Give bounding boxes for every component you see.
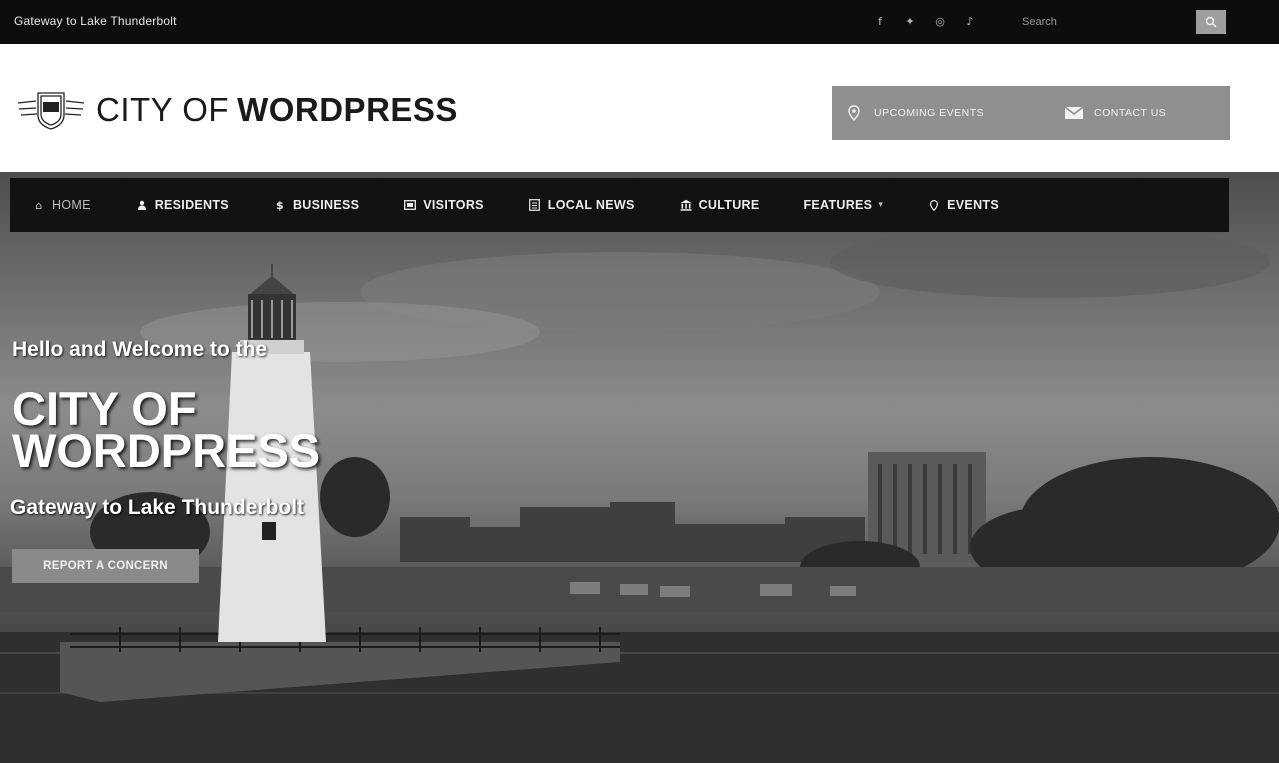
nav-item-label: VISITORS bbox=[423, 198, 484, 212]
dollar-icon: $ bbox=[275, 198, 284, 212]
foursquare-icon[interactable]: ♪ bbox=[962, 13, 978, 29]
facebook-icon[interactable]: f bbox=[872, 13, 888, 29]
nav-item-local-news[interactable]: LOCAL NEWS bbox=[528, 198, 635, 212]
newspaper-icon bbox=[528, 199, 542, 211]
city-logo-icon[interactable] bbox=[16, 87, 86, 131]
top-bar: Gateway to Lake Thunderbolt f ✦ ◎ ♪ bbox=[0, 0, 1279, 44]
nav-item-events[interactable]: EVENTS bbox=[927, 198, 999, 212]
caret-down-icon: ▾ bbox=[878, 200, 884, 210]
main-navigation: ⌂ HOME RESIDENTS $ BUSINESS VISITORS LOC… bbox=[10, 178, 1229, 232]
social-links: f ✦ ◎ ♪ bbox=[872, 13, 978, 29]
upcoming-events-label: UPCOMING EVENTS bbox=[874, 107, 985, 119]
home-icon: ⌂ bbox=[35, 198, 43, 212]
institution-icon bbox=[679, 199, 693, 211]
search-input[interactable] bbox=[1018, 12, 1190, 32]
nav-item-label: RESIDENTS bbox=[154, 198, 229, 212]
search-button[interactable] bbox=[1196, 10, 1226, 34]
nav-item-label: LOCAL NEWS bbox=[547, 198, 635, 212]
upcoming-events-button[interactable]: UPCOMING EVENTS bbox=[832, 86, 1050, 140]
search-icon bbox=[1205, 16, 1217, 28]
nav-item-culture[interactable]: CULTURE bbox=[679, 198, 760, 212]
map-marker-icon bbox=[927, 199, 941, 211]
logo-text-bold: WORDPRESS bbox=[237, 91, 458, 128]
nav-item-home[interactable]: ⌂ HOME bbox=[32, 198, 91, 212]
hero-title: CITY OF WORDPRESS bbox=[12, 382, 321, 477]
envelope-icon bbox=[1064, 103, 1084, 123]
hero-subtitle: Gateway to Lake Thunderbolt bbox=[10, 496, 305, 519]
site-tagline: Gateway to Lake Thunderbolt bbox=[14, 14, 177, 28]
nav-item-label: EVENTS bbox=[947, 198, 999, 212]
map-marker-icon bbox=[844, 103, 864, 123]
user-icon bbox=[135, 200, 149, 210]
nav-item-residents[interactable]: RESIDENTS bbox=[135, 198, 229, 212]
instagram-icon[interactable]: ◎ bbox=[932, 13, 948, 29]
nav-item-visitors[interactable]: VISITORS bbox=[403, 198, 484, 212]
logo-text-light: CITY OF bbox=[96, 91, 230, 128]
nav-item-label: CULTURE bbox=[698, 198, 760, 212]
header-actions: UPCOMING EVENTS CONTACT US bbox=[832, 86, 1230, 140]
twitter-icon[interactable]: ✦ bbox=[902, 13, 918, 29]
nav-item-features[interactable]: FEATURES ▾ bbox=[803, 198, 883, 212]
ticket-icon bbox=[403, 200, 417, 210]
nav-item-business[interactable]: $ BUSINESS bbox=[273, 198, 359, 212]
nav-item-label: FEATURES bbox=[803, 198, 873, 212]
site-header: CITY OF WORDPRESS UPCOMING EVENTS CONTACT… bbox=[0, 44, 1279, 172]
contact-us-label: CONTACT US bbox=[1094, 107, 1167, 119]
report-concern-button[interactable]: REPORT A CONCERN bbox=[12, 549, 199, 583]
site-logo-text[interactable]: CITY OF WORDPRESS bbox=[96, 90, 458, 130]
contact-us-button[interactable]: CONTACT US bbox=[1050, 86, 1166, 140]
hero-intro-text: Hello and Welcome to the bbox=[12, 338, 268, 361]
nav-item-label: HOME bbox=[52, 198, 91, 212]
nav-item-label: BUSINESS bbox=[292, 198, 360, 212]
